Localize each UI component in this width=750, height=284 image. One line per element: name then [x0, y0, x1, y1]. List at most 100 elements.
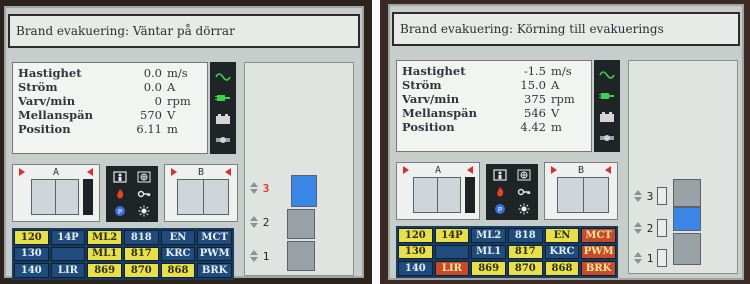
parking-icon: P — [495, 204, 505, 215]
floor-number: 1 — [262, 249, 270, 263]
io-cell: 818 — [508, 228, 543, 243]
reading-unit: A — [167, 80, 176, 94]
reading-unit: m/s — [167, 66, 188, 80]
reading-value: 546 — [524, 106, 546, 120]
fan-icon — [137, 171, 151, 183]
floor-landing — [673, 233, 701, 265]
reading-label: Mellanspän — [402, 106, 477, 120]
io-cell: 869 — [87, 263, 122, 278]
key-icon — [137, 190, 151, 198]
io-cell: PWM — [197, 246, 232, 262]
reading-unit: m — [167, 122, 178, 136]
reading-value: 0.0 — [143, 80, 162, 94]
reading-unit: m/s — [551, 64, 572, 78]
door-a-label: A — [52, 167, 60, 178]
fire-icon — [497, 186, 504, 197]
io-cell: KRC — [544, 244, 580, 260]
light-icon — [138, 205, 150, 217]
io-cell: ML1 — [87, 246, 122, 262]
fire-icon — [117, 188, 124, 199]
floor-number: 2 — [646, 221, 654, 235]
io-cell: KRC — [160, 246, 196, 262]
svg-text:P: P — [118, 208, 122, 216]
floor-landing — [287, 241, 315, 271]
io-status-grid: 120 14P ML2 818 EN MCT 130 ML1 817 KRC PWM 140 LIR 86… — [396, 226, 618, 278]
reading-value: 0 — [154, 94, 162, 108]
io-cell: ML2 — [471, 228, 506, 243]
reading-unit: V — [167, 108, 176, 122]
svg-text:P: P — [498, 206, 502, 214]
plug-icon — [599, 92, 614, 99]
io-cell: ML1 — [471, 244, 506, 260]
reading-speed: Hastighet -1.5 m/s — [402, 64, 586, 78]
parking-icon: P — [115, 206, 125, 217]
io-cell: 817 — [508, 244, 543, 260]
floor-3-indicator: 3 — [633, 187, 667, 205]
reading-current: Ström 15.0 A — [402, 78, 586, 92]
reading-unit: A — [551, 78, 560, 92]
floor-number: 3 — [646, 189, 654, 203]
elevator-car — [291, 175, 317, 207]
reading-position: Position 6.11 m — [18, 122, 202, 136]
up-down-arrow-icon — [250, 216, 258, 228]
reading-value: 570 — [140, 108, 162, 122]
reading-unit: m — [551, 120, 562, 134]
plug-icon — [215, 94, 230, 101]
reading-label: Varv/min — [18, 94, 76, 108]
reading-dc-voltage: Mellanspän 570 V — [18, 108, 202, 122]
io-status-grid: 120 14P ML2 818 EN MCT 130 ML1 817 KRC PWM 140 LIR 86… — [12, 228, 234, 280]
io-cell — [434, 244, 470, 260]
io-cell: BRK — [197, 263, 232, 278]
status-icon-grid: P — [106, 166, 158, 222]
floor-1-indicator: 1 — [633, 249, 667, 267]
key-icon — [517, 188, 531, 196]
readings-panel: Hastighet -1.5 m/s Ström 15.0 A Varv/min… — [396, 60, 592, 152]
light-icon — [518, 203, 530, 215]
reading-unit: V — [551, 106, 560, 120]
status-icon-column — [210, 62, 236, 154]
floor-number: 2 — [262, 215, 270, 229]
up-down-arrow-icon — [250, 250, 258, 262]
io-cell: ML2 — [87, 230, 122, 245]
door-frame — [465, 177, 475, 213]
reading-value: 4.42 — [520, 120, 546, 134]
door-a-panel: A — [12, 164, 100, 222]
reading-value: -1.5 — [523, 64, 546, 78]
car-occupancy-icon — [493, 169, 507, 181]
io-cell: 817 — [124, 246, 159, 262]
shaft-view: 3 2 1 — [244, 62, 354, 276]
io-cell: LIR — [50, 263, 86, 278]
sine-wave-icon — [215, 72, 231, 81]
battery-icon — [600, 111, 614, 122]
brake-icon — [216, 136, 230, 143]
reading-rpm: Varv/min 375 rpm — [402, 92, 586, 106]
io-cell: 140 — [398, 261, 433, 276]
reading-label: Position — [402, 120, 455, 134]
photo-left: Brand evakuering: Väntar på dörrar Hasti… — [0, 0, 372, 284]
up-down-arrow-icon — [634, 252, 642, 264]
reading-unit: rpm — [167, 94, 191, 108]
reading-value: 15.0 — [520, 78, 546, 92]
io-cell: 14P — [50, 230, 86, 245]
reading-unit: rpm — [551, 92, 575, 106]
reading-current: Ström 0.0 A — [18, 80, 202, 94]
io-cell: MCT — [581, 228, 616, 243]
door-leaves — [557, 177, 609, 213]
floor-2-indicator: 2 — [633, 219, 667, 237]
shaft-view: 3 2 1 — [628, 60, 738, 274]
reading-value: 6.11 — [136, 122, 162, 136]
status-header: Brand evakuering: Körning till evakuerin… — [392, 12, 740, 46]
reading-value: 375 — [524, 92, 546, 106]
photo-right: Brand evakuering: Körning till evakuerin… — [380, 0, 750, 284]
landing-door-indicator — [657, 187, 667, 205]
image-separator — [372, 0, 380, 284]
floor-3-indicator: 3 — [249, 181, 271, 195]
sine-wave-icon — [599, 70, 615, 79]
status-header: Brand evakuering: Väntar på dörrar — [8, 14, 360, 48]
fan-icon — [517, 169, 531, 181]
floor-landing — [673, 179, 701, 207]
up-down-arrow-icon — [634, 222, 642, 234]
reading-rpm: Varv/min 0 rpm — [18, 94, 202, 108]
io-cell: EN — [160, 230, 196, 245]
door-leaves — [177, 179, 229, 215]
